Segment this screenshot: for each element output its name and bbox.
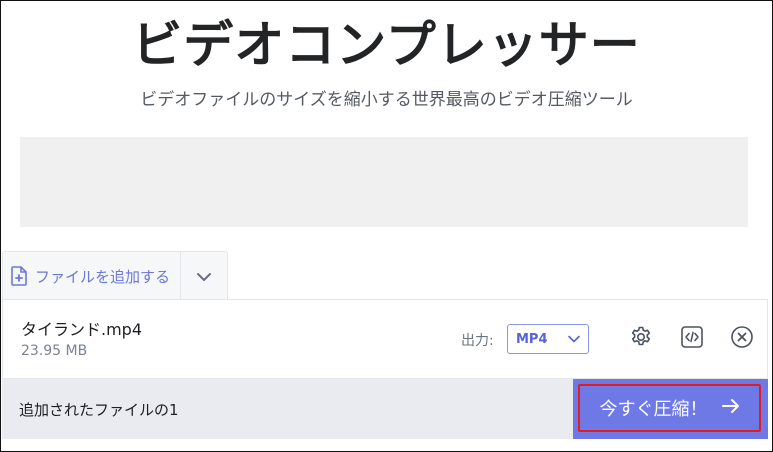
file-plus-icon <box>11 266 27 286</box>
file-name: タイランド.mp4 <box>21 320 143 339</box>
arrow-right-icon <box>721 398 740 419</box>
code-icon <box>680 325 704 353</box>
output-format-select[interactable]: MP4 <box>507 324 589 354</box>
action-bar: 追加されたファイルの1 今すぐ圧縮！ <box>2 379 768 439</box>
gear-icon <box>629 325 653 353</box>
embed-code-button[interactable] <box>679 326 705 352</box>
add-file-group: ファイルを追加する <box>2 251 229 300</box>
close-circle-icon <box>730 325 754 353</box>
page-title: ビデオコンプレッサー <box>132 16 641 74</box>
add-file-dropdown-button[interactable] <box>181 252 227 300</box>
file-size: 23.95 MB <box>21 343 88 359</box>
output-label: 出力: <box>461 333 494 349</box>
page-subtitle: ビデオファイルのサイズを縮小する世界最高のビデオ圧縮ツール <box>140 90 633 110</box>
compress-now-label: 今すぐ圧縮！ <box>599 399 708 420</box>
settings-button[interactable] <box>628 326 654 352</box>
compress-now-button[interactable]: 今すぐ圧縮！ <box>573 379 768 439</box>
file-row: タイランド.mp4 23.95 MB 出力: MP4 <box>2 299 768 379</box>
chevron-down-icon <box>196 267 212 286</box>
add-file-label: ファイルを追加する <box>35 267 171 286</box>
remove-file-button[interactable] <box>729 326 755 352</box>
add-file-button[interactable]: ファイルを追加する <box>3 252 182 300</box>
output-format-value: MP4 <box>516 331 548 347</box>
compress-now-highlight: 今すぐ圧縮！ <box>578 384 761 432</box>
chevron-down-icon <box>568 332 580 347</box>
ad-placeholder <box>20 137 748 227</box>
added-files-text: 追加されたファイルの1 <box>19 401 179 419</box>
